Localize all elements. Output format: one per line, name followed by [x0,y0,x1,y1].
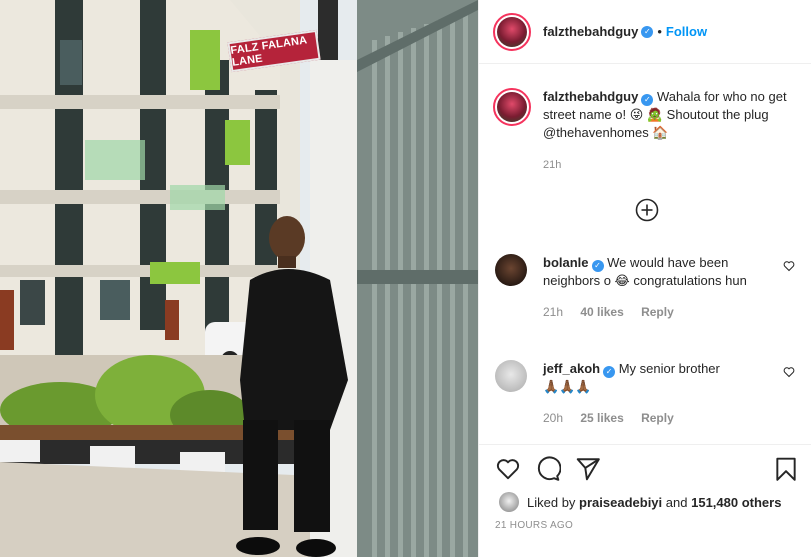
verified-icon: ✓ [591,260,604,272]
follow-button[interactable]: Follow [666,24,707,39]
heart-icon[interactable] [783,366,795,378]
comment-time: 21h [543,305,564,319]
verified-icon: ✓ [603,366,616,378]
post-actions: Liked by praiseadebiyi and 151,480 other… [479,444,811,557]
commenter-username[interactable]: jeff_akoh [543,361,600,376]
post-header: falzthebahdguy ✓ • Follow [479,0,811,64]
liked-by-prefix: Liked by [527,494,576,510]
add-circle-icon[interactable] [635,198,659,222]
comment-icon[interactable] [535,456,561,482]
comment-likes[interactable]: 40 likes [580,305,623,319]
comment-text: My senior brother [618,361,720,376]
post-date: 21 HOURS AGO [495,520,574,531]
author-username[interactable]: falzthebahdguy [543,24,638,39]
verified-icon: ✓ [641,25,654,38]
commenter-avatar[interactable] [495,254,527,286]
caption-username[interactable]: falzthebahdguy [543,89,638,104]
bookmark-icon[interactable] [773,456,799,482]
caption: falzthebahdguy ✓ Wahala for who no get st… [493,88,803,174]
commenter-username[interactable]: bolanle [543,255,589,270]
liked-by-user[interactable]: praiseadebiyi [579,495,662,510]
liked-by-count[interactable]: 151,480 others [691,495,781,510]
comment-time: 20h [543,411,564,425]
heart-icon[interactable] [783,260,795,272]
comment-item: jeff_akoh ✓ My senior brother 🙏🏾🙏🏾🙏🏾 20h … [495,360,795,427]
comment-likes[interactable]: 25 likes [580,411,623,425]
reply-button[interactable]: Reply [641,305,674,319]
photo-scene [0,0,478,557]
post-side-panel: falzthebahdguy ✓ • Follow falzthebahdguy… [478,0,811,557]
reply-button[interactable]: Reply [641,411,674,425]
likes-summary: Liked by praiseadebiyi and 151,480 other… [499,492,781,512]
caption-time: 21h [543,159,562,171]
liker-avatar[interactable] [499,492,519,512]
share-icon[interactable] [575,456,601,482]
caption-avatar[interactable] [493,88,531,126]
verified-icon: ✓ [641,94,654,106]
comment-emoji: 🙏🏾🙏🏾🙏🏾 [543,379,592,394]
separator-dot: • [657,24,662,39]
post-photo[interactable]: FALZ FALANA LANE [0,0,478,557]
heart-icon[interactable] [495,456,521,482]
liked-by-mid: and [665,494,688,510]
comment-item: bolanle ✓ We would have been neighbors o … [495,254,795,321]
commenter-avatar[interactable] [495,360,527,392]
author-avatar[interactable] [493,12,531,51]
